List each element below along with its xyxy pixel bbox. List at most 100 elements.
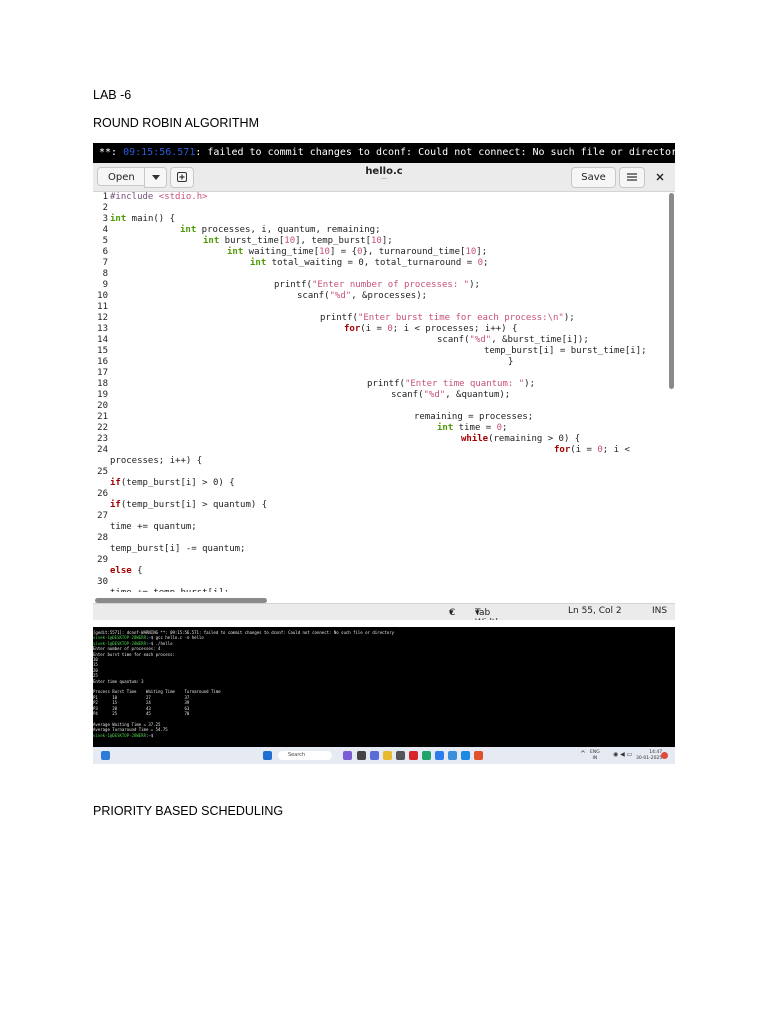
start-icon[interactable]	[263, 751, 272, 760]
line-number: 27	[97, 511, 108, 521]
tray-clock[interactable]: 14:47 30-01-2025	[636, 750, 662, 761]
app-icon-task-view[interactable]	[357, 751, 366, 760]
search-placeholder: Search	[288, 752, 306, 758]
tray-status-icons[interactable]: ◉ ◀ ▭	[613, 752, 632, 758]
code-line: printf("Enter time quantum: ");	[367, 379, 535, 389]
clock-date: 30-01-2025	[636, 755, 663, 761]
cursor-position[interactable]: Ln 55, Col 2	[568, 606, 622, 616]
terminal-output: [gedit:5571]: dconf-WARNING **: 09:15:56…	[93, 630, 395, 738]
app-icon-copilot[interactable]	[343, 751, 352, 760]
windows-taskbar: Search ^ ENG IN ◉ ◀ ▭ 14:47 30-01-2025	[93, 747, 675, 764]
code-line: int total_waiting = 0, total_turnaround …	[250, 258, 489, 268]
line-number: 15	[97, 346, 108, 356]
code-line: for(i = 0; i <	[554, 445, 630, 455]
app-icon-edge[interactable]	[422, 751, 431, 760]
line-number: 24	[97, 445, 108, 455]
app-icon-file-explorer[interactable]	[383, 751, 392, 760]
tray-region-code: IN	[592, 755, 598, 761]
code-line: time += temp_burst[i];	[110, 588, 229, 592]
code-line: if(temp_burst[i] > 0) {	[110, 478, 235, 488]
widgets-icon[interactable]	[101, 751, 110, 760]
code-line: temp_burst[i] -= quantum;	[110, 544, 246, 554]
line-number: 2	[102, 203, 108, 213]
code-line: #include <stdio.h>	[110, 192, 208, 202]
code-line: temp_burst[i] = burst_time[i];	[484, 346, 647, 356]
line-number: 5	[102, 236, 108, 246]
notification-icon[interactable]	[661, 752, 668, 759]
line-number: 28	[97, 533, 108, 543]
line-number: 30	[97, 577, 108, 587]
editor-screenshot: **: 09:15:56.571: failed to commit chang…	[93, 143, 675, 620]
line-number: 7	[102, 258, 108, 268]
code-line: processes; i++) {	[110, 456, 203, 466]
line-number: 22	[97, 423, 108, 433]
code-editor-area[interactable]: 1 2 3 4 5 6 7 8 9 10 11 12 13 14 15 16 1…	[93, 192, 667, 592]
code-line: int waiting_time[10] = {0}, turnaround_t…	[227, 247, 488, 257]
line-number: 14	[97, 335, 108, 345]
line-number: 16	[97, 357, 108, 367]
save-button-label: Save	[581, 172, 606, 183]
code-line: while(remaining > 0) {	[461, 434, 581, 444]
line-number: 18	[97, 379, 108, 389]
code-line: time += quantum;	[110, 522, 197, 532]
chevron-down-icon: ▾	[449, 608, 454, 618]
app-icon-store[interactable]	[448, 751, 457, 760]
line-number: 8	[102, 269, 108, 279]
menu-button[interactable]	[619, 167, 645, 188]
editor-header-bar: Open hello.c — Save	[93, 163, 675, 192]
line-number: 1	[102, 192, 108, 202]
line-number: 6	[102, 247, 108, 257]
tray-lang-code: ENG	[590, 750, 600, 755]
line-number: 21	[97, 412, 108, 422]
line-number: 20	[97, 401, 108, 411]
line-number: 4	[102, 225, 108, 235]
warning-prefix: **:	[99, 147, 124, 158]
line-number: 23	[97, 434, 108, 444]
app-icon-youtube[interactable]	[409, 751, 418, 760]
line-number: 10	[97, 291, 108, 301]
code-line: if(temp_burst[i] > quantum) {	[110, 500, 268, 510]
tray-chevron-up-icon[interactable]: ^	[580, 751, 586, 758]
code-line: int burst_time[10], temp_burst[10];	[203, 236, 393, 246]
vertical-scrollbar[interactable]	[669, 193, 674, 389]
app-icon-chat[interactable]	[370, 751, 379, 760]
line-number: 11	[97, 302, 108, 312]
insert-mode[interactable]: INS	[652, 606, 667, 616]
code-line: int time = 0;	[437, 423, 508, 433]
save-button[interactable]: Save	[571, 167, 616, 188]
code-line: scanf("%d", &quantum);	[391, 390, 511, 400]
code-line: else {	[110, 566, 143, 576]
app-icon-extra[interactable]	[474, 751, 483, 760]
section-title-round-robin: ROUND ROBIN ALGORITHM	[93, 116, 259, 130]
close-window-button[interactable]	[654, 170, 666, 182]
chevron-down-icon: ▾	[475, 608, 480, 618]
dconf-warning-bar: **: 09:15:56.571: failed to commit chang…	[93, 143, 675, 163]
code-line: remaining = processes;	[414, 412, 534, 422]
taskbar-search[interactable]: Search	[278, 751, 332, 760]
line-number: 25	[97, 467, 108, 477]
code-line: int processes, i, quantum, remaining;	[180, 225, 381, 235]
app-icon-vscode[interactable]	[461, 751, 470, 760]
line-number: 19	[97, 390, 108, 400]
code-line: scanf("%d", &processes);	[297, 291, 428, 301]
terminal-screenshot: [gedit:5571]: dconf-WARNING **: 09:15:56…	[93, 627, 675, 764]
hamburger-menu-icon	[627, 173, 637, 181]
code-line: for(i = 0; i < processes; i++) {	[344, 324, 518, 334]
app-icon-settings[interactable]	[396, 751, 405, 760]
code-line: }	[508, 357, 514, 367]
code-line: printf("Enter number of processes: ");	[274, 280, 480, 290]
close-icon	[656, 173, 664, 181]
tray-language[interactable]: ENG IN	[590, 750, 600, 761]
line-number: 29	[97, 555, 108, 565]
lab-title: LAB -6	[93, 88, 132, 102]
code-line: int main() {	[110, 214, 176, 224]
line-number: 13	[97, 324, 108, 334]
code-line: scanf("%d", &burst_time[i]);	[437, 335, 589, 345]
line-number: 9	[102, 280, 108, 290]
editor-status-bar: C ▾ Tab Width: 8 ▾ Ln 55, Col 2 INS	[93, 603, 675, 620]
warning-text: : failed to commit changes to dconf: Cou…	[195, 147, 675, 158]
line-number: 17	[97, 368, 108, 378]
line-number: 3	[102, 214, 108, 224]
app-icon-chrome[interactable]	[435, 751, 444, 760]
code-line: printf("Enter burst time for each proces…	[320, 313, 575, 323]
